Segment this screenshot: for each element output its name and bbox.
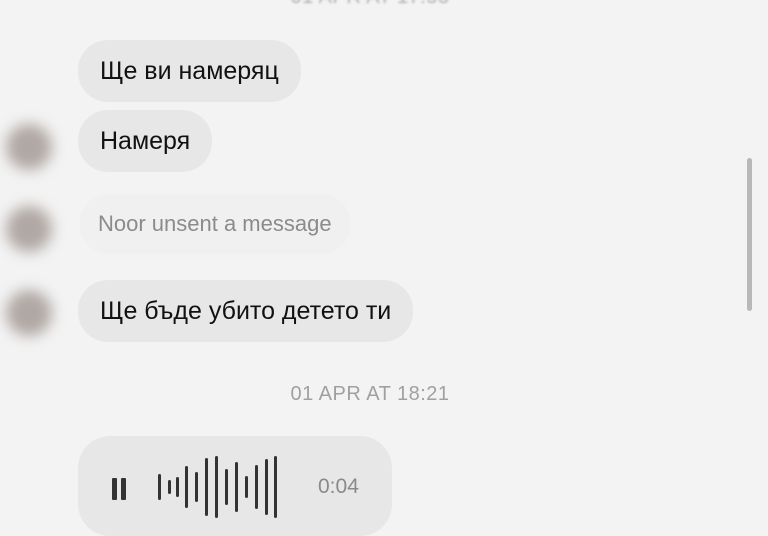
scrollbar[interactable] (747, 158, 752, 311)
message-bubble[interactable]: Намеря (78, 110, 213, 172)
unsent-message-notice: Noor unsent a message (80, 194, 350, 254)
waveform-icon[interactable] (158, 452, 298, 522)
voice-duration: 0:04 (318, 475, 359, 498)
message-bubble[interactable]: Ще ви намеряц (78, 40, 301, 102)
voice-message[interactable]: 0:04 (78, 436, 392, 536)
unsent-notice-text: Noor unsent a message (98, 211, 332, 236)
timestamp: 01 APR AT 17:53 (0, 0, 740, 9)
avatar[interactable] (6, 290, 52, 336)
message-text: Ще ви намеряц (100, 57, 279, 85)
timestamp: 01 APR AT 18:21 (290, 383, 450, 405)
message-text: Ще бъде убито детето ти (100, 297, 392, 325)
avatar[interactable] (6, 206, 52, 252)
avatar[interactable] (6, 124, 52, 170)
message-text: Намеря (100, 127, 191, 155)
chat-thread: 01 APR AT 17:53 Ще ви намеряц Намеря Noo… (0, 0, 768, 536)
message-bubble[interactable]: Ще бъде убито детето ти (78, 280, 414, 342)
pause-icon[interactable] (112, 478, 126, 500)
